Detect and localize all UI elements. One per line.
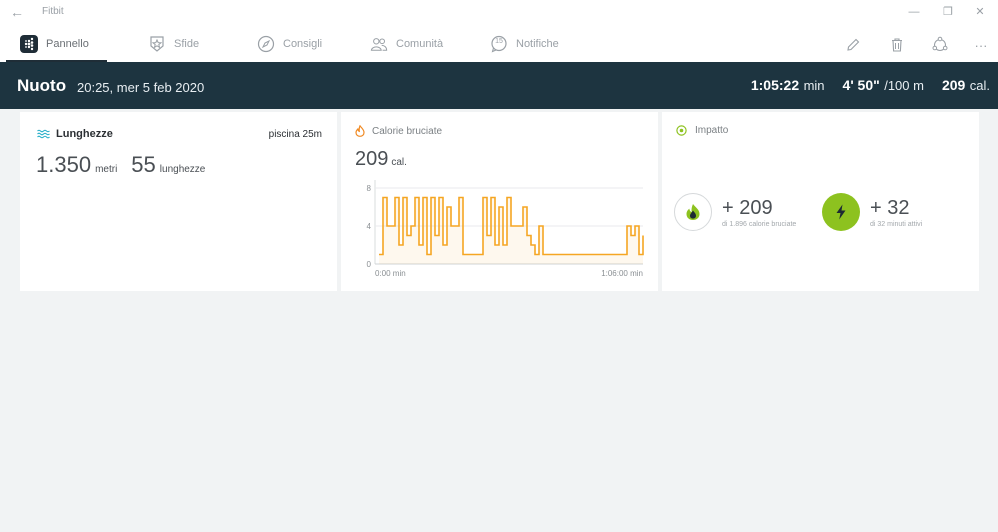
duration-stat: 1:05:22 min <box>751 77 825 95</box>
delete-button[interactable] <box>888 36 906 54</box>
calories-card[interactable]: Calorie bruciate 209 cal. 0 4 8 0:00 min 1:0… <box>341 112 658 291</box>
activity-datetime: 20:25, mer 5 feb 2020 <box>77 80 205 95</box>
calories-impact-value: + 209 <box>722 196 773 219</box>
star-badge-icon <box>148 35 166 53</box>
tab-label: Consigli <box>283 38 323 50</box>
calories-impact-text: + 209 di 1.896 calorie bruciate <box>722 197 796 228</box>
tab-label: Pannello <box>46 38 89 50</box>
restore-button[interactable]: ❐ <box>940 4 956 20</box>
active-minutes-value: + 32 <box>870 196 910 219</box>
calories-chart: 0 4 8 0:00 min 1:06:00 min <box>367 180 644 278</box>
waves-icon <box>37 129 50 139</box>
tab-comunita[interactable]: Comunità <box>370 26 443 62</box>
active-minutes-badge <box>822 193 860 231</box>
activity-header: Nuoto 20:25, mer 5 feb 2020 1:05:22 min … <box>0 62 998 109</box>
notification-count: 15 <box>495 38 503 45</box>
y-tick-label: 0 <box>367 260 372 269</box>
pace-value: 4' 50" <box>842 77 880 93</box>
people-icon <box>370 35 388 53</box>
app-title: Fitbit <box>42 6 64 17</box>
tab-sfide[interactable]: Sfide <box>148 26 199 62</box>
distance-value: 1.350 <box>36 152 92 177</box>
calories-stat: 209 cal. <box>942 77 990 95</box>
pace-stat: 4' 50" /100 m <box>843 77 924 95</box>
fitbit-dots-icon <box>20 35 38 53</box>
y-tick-label: 8 <box>367 184 372 193</box>
pool-length: piscina 25m <box>268 129 322 140</box>
active-minutes-sub: di 32 minuti attivi <box>870 220 923 228</box>
title-bar: ← Fitbit — ❐ ✕ <box>0 0 998 26</box>
notification-bubble-icon: 15 <box>490 35 508 53</box>
laps-values: 1.350 metri 55 lunghezze <box>36 152 215 178</box>
edit-button[interactable] <box>844 36 862 54</box>
calories-card-unit: cal. <box>391 157 407 168</box>
laps-card-header: Lunghezze <box>37 128 113 140</box>
calories-card-value-group: 209 cal. <box>355 148 417 171</box>
laps-card-title: Lunghezze <box>56 128 113 140</box>
tab-label: Sfide <box>174 38 200 50</box>
calories-card-header: Calorie bruciate <box>355 125 442 137</box>
lightning-icon <box>836 204 846 220</box>
tab-label: Comunità <box>396 38 444 50</box>
back-button[interactable]: ← <box>10 4 24 20</box>
calories-value: 209 <box>941 77 966 93</box>
share-icon <box>932 36 948 51</box>
laps-value: 55 <box>131 152 156 177</box>
target-icon <box>676 125 687 136</box>
more-button[interactable]: ··· <box>972 36 990 54</box>
flame-icon <box>355 125 365 137</box>
y-tick-label: 4 <box>367 222 372 231</box>
tab-notifiche[interactable]: 15 Notifiche <box>490 26 559 62</box>
calories-impact-sub: di 1.896 calorie bruciate <box>722 220 797 228</box>
minimize-button[interactable]: — <box>906 4 922 20</box>
x-tick-label: 0:00 min <box>375 269 406 278</box>
close-button[interactable]: ✕ <box>972 4 988 20</box>
x-tick-label: 1:06:00 min <box>601 269 643 278</box>
calories-impact: + 209 di 1.896 calorie bruciate <box>674 193 796 231</box>
distance-unit: metri <box>95 164 118 175</box>
tab-consigli[interactable]: Consigli <box>257 26 322 62</box>
activity-stats: 1:05:22 min 4' 50" /100 m 209 cal. <box>751 77 990 95</box>
top-navigation: Pannello Sfide Consigli Comunità 15 Noti… <box>0 26 998 62</box>
pace-unit: /100 m <box>884 78 924 93</box>
laps-card[interactable]: Lunghezze piscina 25m 1.350 metri 55 lun… <box>20 112 337 291</box>
trash-icon <box>892 38 902 52</box>
flame-icon <box>686 204 700 220</box>
impact-card-header: Impatto <box>676 125 728 136</box>
calories-unit: cal. <box>969 78 990 93</box>
impact-card-title: Impatto <box>695 125 729 136</box>
laps-unit: lunghezze <box>159 164 206 175</box>
tab-pannello[interactable]: Pannello <box>6 26 107 62</box>
duration-unit: min <box>803 78 825 93</box>
active-minutes-text: + 32 di 32 minuti attivi <box>870 197 922 228</box>
calories-card-title: Calorie bruciate <box>372 125 443 137</box>
calories-impact-badge <box>674 193 712 231</box>
tab-label: Notifiche <box>516 38 559 50</box>
calories-card-value: 209 <box>355 148 389 170</box>
pencil-icon <box>847 38 860 51</box>
compass-icon <box>257 35 275 53</box>
active-minutes-impact: + 32 di 32 minuti attivi <box>822 193 922 231</box>
share-button[interactable] <box>931 36 949 54</box>
activity-title: Nuoto <box>17 76 67 95</box>
impact-card[interactable]: Impatto + 209 di 1.896 calorie bruciate … <box>662 112 979 291</box>
duration-value: 1:05:22 <box>750 77 800 93</box>
